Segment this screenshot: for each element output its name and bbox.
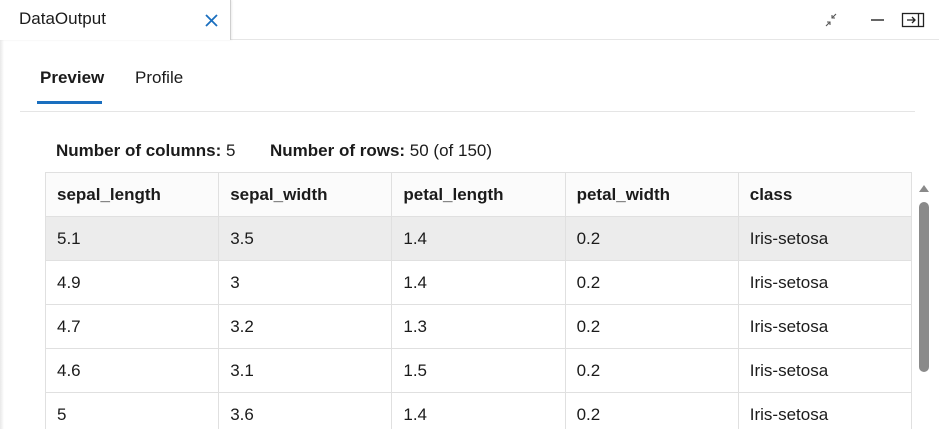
close-icon[interactable] [201, 9, 223, 31]
table-cell[interactable]: 3.1 [218, 348, 393, 393]
column-header[interactable]: petal_width [564, 172, 739, 217]
view-tabs: Preview Profile [20, 62, 915, 112]
tab-profile[interactable]: Profile [133, 68, 185, 88]
table-cell[interactable]: 0.2 [564, 216, 739, 261]
panel-edge [0, 40, 4, 429]
column-count-value: 5 [226, 141, 236, 160]
active-tab-indicator [37, 101, 102, 104]
scrollbar-thumb[interactable] [919, 202, 929, 372]
scroll-up-arrow-icon[interactable] [918, 180, 930, 192]
table-cell[interactable]: 1.4 [391, 260, 566, 305]
table-cell[interactable]: 1.4 [391, 216, 566, 261]
data-grid: sepal_length sepal_width petal_length pe… [45, 172, 912, 429]
table-cell[interactable]: 0.2 [564, 392, 739, 429]
table-cell[interactable]: 5.1 [45, 216, 220, 261]
header-row: sepal_length sepal_width petal_length pe… [45, 172, 912, 217]
tab-preview[interactable]: Preview [38, 68, 106, 88]
data-table: sepal_length sepal_width petal_length pe… [45, 172, 912, 429]
table-cell[interactable]: Iris-setosa [737, 260, 912, 305]
table-cell[interactable]: 5 [45, 392, 220, 429]
table-cell[interactable]: 0.2 [564, 348, 739, 393]
column-count: Number of columns: 5 [56, 141, 236, 161]
table-cell[interactable]: Iris-setosa [737, 392, 912, 429]
table-cell[interactable]: Iris-setosa [737, 304, 912, 349]
row-count: Number of rows: 50 (of 150) [270, 141, 492, 161]
column-count-label: Number of columns: [56, 141, 222, 160]
column-header[interactable]: sepal_width [218, 172, 393, 217]
row-count-value: 50 (of 150) [409, 141, 493, 160]
table-cell[interactable]: 1.3 [391, 304, 566, 349]
row-count-label: Number of rows: [270, 141, 406, 160]
data-output-panel: DataOutput Preview Profile Number of col… [0, 0, 939, 429]
table-cell[interactable]: 3.5 [218, 216, 393, 261]
column-header[interactable]: petal_length [391, 172, 566, 217]
column-header[interactable]: sepal_length [45, 172, 220, 217]
table-cell[interactable]: 1.4 [391, 392, 566, 429]
minimize-icon[interactable] [864, 8, 892, 32]
table-row[interactable]: 4.6 3.1 1.5 0.2 Iris-setosa [45, 348, 912, 393]
table-row[interactable]: 4.7 3.2 1.3 0.2 Iris-setosa [45, 304, 912, 349]
table-cell[interactable]: 4.6 [45, 348, 220, 393]
table-cell[interactable]: Iris-setosa [737, 216, 912, 261]
collapse-icon[interactable] [819, 8, 847, 32]
table-row[interactable]: 5 3.6 1.4 0.2 Iris-setosa [45, 392, 912, 429]
table-cell[interactable]: 4.9 [45, 260, 220, 305]
table-cell[interactable]: 0.2 [564, 260, 739, 305]
document-tab-title: DataOutput [19, 9, 106, 28]
table-cell[interactable]: 4.7 [45, 304, 220, 349]
vertical-scrollbar[interactable] [914, 172, 934, 429]
table-cell[interactable]: 3.2 [218, 304, 393, 349]
title-bar: DataOutput [0, 0, 939, 40]
dock-panel-icon[interactable] [899, 8, 927, 32]
table-cell[interactable]: 0.2 [564, 304, 739, 349]
table-row[interactable]: 4.9 3 1.4 0.2 Iris-setosa [45, 260, 912, 305]
table-cell[interactable]: 1.5 [391, 348, 566, 393]
table-cell[interactable]: Iris-setosa [737, 348, 912, 393]
column-header[interactable]: class [737, 172, 912, 217]
table-cell[interactable]: 3.6 [218, 392, 393, 429]
table-row[interactable]: 5.1 3.5 1.4 0.2 Iris-setosa [45, 216, 912, 261]
document-tab[interactable]: DataOutput [0, 0, 231, 40]
table-cell[interactable]: 3 [218, 260, 393, 305]
